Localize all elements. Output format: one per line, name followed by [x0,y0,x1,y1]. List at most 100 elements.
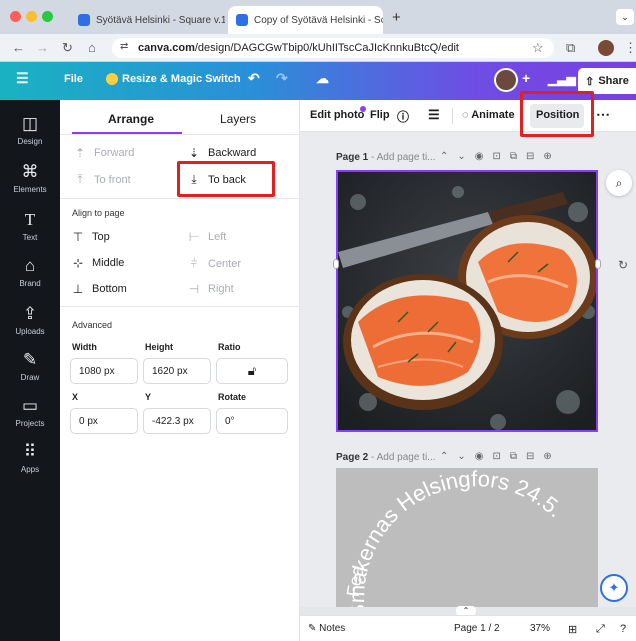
position-button[interactable]: Position [536,109,579,121]
page-1-header[interactable]: Page 1 - Add page ti... [336,152,436,163]
svg-text:Smakernas Helsingfors 24.5.: Smakernas Helsingfors 24.5. [344,468,568,608]
rail-design[interactable]: ◫ Design [0,114,60,146]
page-2-canvas[interactable]: Smakernas Helsingfors 24.5. Fea [336,468,598,608]
canva-favicon-icon [236,14,248,26]
url-field[interactable]: ⇄ canva.com/design/DAGCGwTbip0/kUhIITscC… [112,38,554,58]
rail-label: Elements [13,185,47,194]
resize-handle-left[interactable] [333,259,339,269]
width-field[interactable]: 1080 px [70,358,138,384]
forward-icon: ⇡ [74,146,86,160]
more-icon[interactable]: ⋯ [596,106,610,123]
add-collaborator-icon[interactable]: + [522,70,530,86]
maximize-window-button[interactable] [42,11,53,22]
share-icon: ⇧ [585,75,595,88]
resize-magic-switch-button[interactable]: Resize & Magic Switch [122,73,241,85]
edit-photo-button[interactable]: Edit photo [310,109,364,121]
magic-assistant-icon[interactable]: ✦ [600,574,628,602]
to-back-button[interactable]: ⤓ To back [186,172,246,187]
draw-icon: ✎ [22,350,38,369]
info-icon[interactable]: ⓘ [397,108,409,125]
height-field[interactable]: 1620 px [143,358,211,384]
comment-icon[interactable]: ⌕ [606,170,632,196]
page-number: Page 2 [336,452,369,463]
apps-icon: ⠿ [23,442,37,461]
flip-button[interactable]: Flip [370,109,390,121]
zoom-level[interactable]: 37% [530,623,550,634]
forward-button[interactable]: ⇡ Forward [72,146,134,160]
extensions-icon[interactable]: ⧉ [566,40,575,56]
rail-elements[interactable]: ⌘ Elements [0,162,60,194]
minimize-window-button[interactable] [26,11,37,22]
align-bottom-button[interactable]: ⊥ Bottom [70,282,127,296]
browser-menu-icon[interactable]: ⋮ [624,40,636,56]
close-window-button[interactable] [10,11,21,22]
to-front-button[interactable]: ⤒ To front [72,172,131,187]
bookmark-star-icon[interactable]: ☆ [532,40,544,56]
align-middle-icon: ⊹ [72,256,84,270]
insights-icon[interactable]: ▁▃▅ [548,72,576,86]
align-center-button[interactable]: ⫩ Center [186,256,241,271]
fullscreen-icon[interactable]: ⤢ [596,623,605,636]
undo-icon[interactable]: ↶ [248,70,260,87]
share-label: Share [598,75,629,87]
page-1-actions[interactable]: ⌃⌄◉⊡⧉⊟⊕ [440,151,561,162]
resize-handle-right[interactable] [595,259,601,269]
forward-icon[interactable]: → [36,40,49,55]
rail-text[interactable]: T Text [0,210,60,242]
design-icon: ◫ [21,114,39,133]
browser-tab-title: Copy of Syötävä Helsinki - Sc [254,14,383,26]
animate-button[interactable]: ◌ Animate [462,109,515,121]
site-settings-icon[interactable]: ⇄ [120,41,128,52]
selected-photo[interactable] [336,170,598,432]
new-tab-icon[interactable]: + [392,9,401,26]
redo-icon[interactable]: ↷ [276,70,288,87]
projects-icon: ▭ [21,396,39,415]
align-bottom-icon: ⊥ [72,282,84,296]
share-button[interactable]: ⇧ Share [578,68,636,94]
tab-layers[interactable]: Layers [220,112,256,126]
rail-label: Uploads [15,327,45,336]
rail-label: Apps [20,465,40,474]
profile-avatar[interactable] [598,40,614,56]
back-icon[interactable]: ← [12,40,25,55]
rail-projects[interactable]: ▭ Projects [0,396,60,428]
position-panel: Arrange Layers ⇡ Forward ⇣ Backward ⤒ To fr… [60,100,300,641]
rail-apps[interactable]: ⠿ Apps [0,442,60,474]
browser-tab-1[interactable]: Syötävä Helsinki - Square v.1 × [70,6,225,34]
page-2-header[interactable]: Page 2 - Add page ti... [336,452,436,463]
rail-brand[interactable]: ⌂ Brand [0,256,60,288]
rotate-field[interactable]: 0° [216,408,288,434]
x-field[interactable]: 0 px [70,408,138,434]
align-middle-button[interactable]: ⊹ Middle [70,256,124,270]
align-left-button[interactable]: ⊢ Left [186,230,227,244]
animate-label: Animate [471,109,515,121]
tab-search-icon[interactable]: ⌄ [616,9,634,25]
to-back-icon: ⤓ [191,172,197,186]
align-top-button[interactable]: ⊤ Top [70,230,110,244]
grid-view-icon[interactable]: ⊞ [568,623,577,636]
x-label: X [72,392,79,402]
rail-uploads[interactable]: ⇪ Uploads [0,304,60,336]
backward-button[interactable]: ⇣ Backward [186,146,256,160]
toolbar-divider [452,108,453,124]
reload-icon[interactable]: ↻ [62,40,73,56]
user-avatar[interactable] [494,68,518,92]
advanced-heading: Advanced [72,320,113,330]
file-menu-button[interactable]: File [64,73,83,85]
more-options-icon[interactable]: ☰ [428,107,440,123]
page-counter[interactable]: Page 1 / 2 [454,623,500,634]
align-right-button[interactable]: ⊣ Right [186,282,234,296]
page-2-actions[interactable]: ⌃⌄◉⊡⧉⊟⊕ [440,451,561,462]
help-icon[interactable]: ? [620,623,626,635]
home-icon[interactable]: ⌂ [88,40,96,55]
y-field[interactable]: -422.3 px [143,408,211,434]
tab-arrange[interactable]: Arrange [108,112,154,126]
to-front-label: To front [94,173,131,186]
ratio-lock-button[interactable]: 🔓︎ [216,358,288,384]
main-menu-icon[interactable]: ☰ [16,70,29,87]
refresh-icon[interactable]: ↻ [618,258,628,272]
browser-tab-2[interactable]: Copy of Syötävä Helsinki - Sc × [228,6,383,34]
notes-button[interactable]: ✎ Notes [308,623,345,634]
width-label: Width [72,342,97,352]
rail-draw[interactable]: ✎ Draw [0,350,60,382]
